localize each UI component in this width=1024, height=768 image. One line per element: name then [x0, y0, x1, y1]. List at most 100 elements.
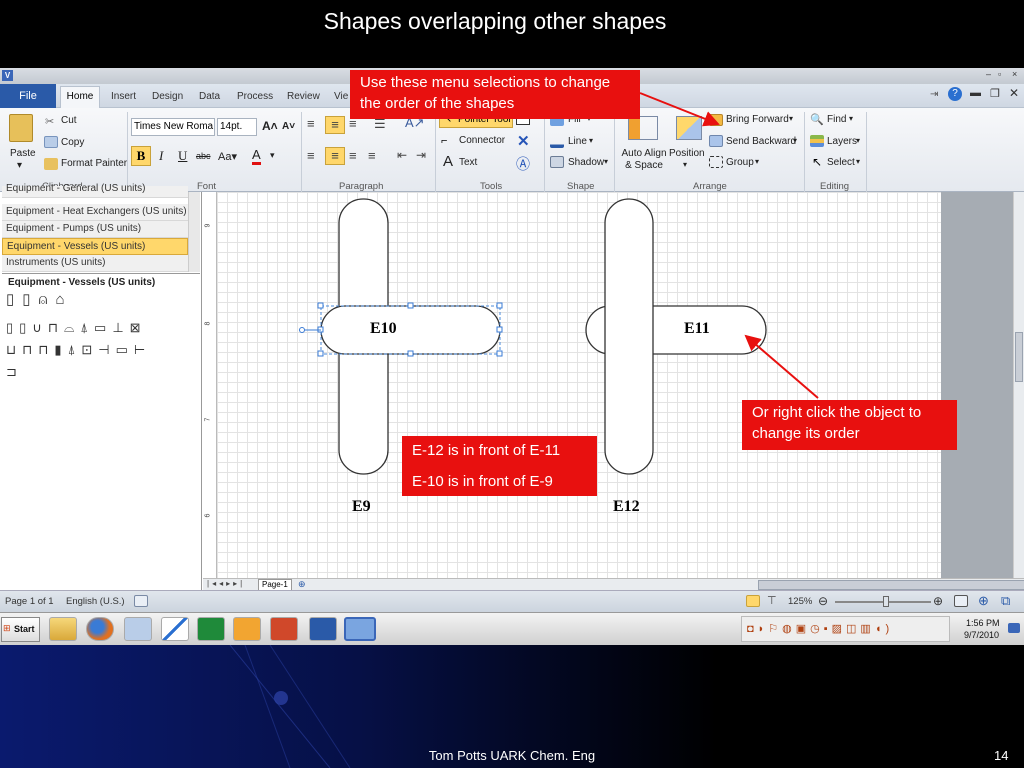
minimize-button[interactable]: – [986, 69, 991, 79]
outlook-icon[interactable] [233, 617, 261, 641]
zoom-out-icon[interactable]: ⊖ [818, 594, 828, 608]
vessel-shapes-row-3[interactable]: ⊔⊓⊓▮⍋⊡⊣▭⊢ [6, 342, 202, 362]
align-middle-icon[interactable]: ≡ [325, 116, 345, 134]
send-backward-button[interactable]: Send Backward [726, 136, 796, 147]
visio-taskbar-icon[interactable] [344, 617, 376, 641]
page-nav-arrows[interactable]: |◂◂▸▸| [207, 579, 245, 588]
find-button[interactable]: Find [827, 114, 846, 125]
show-desktop-icon[interactable] [1008, 623, 1020, 633]
insert-page-icon[interactable]: ⊕ [298, 579, 306, 590]
doc-restore-button[interactable]: ❐ [990, 87, 1000, 100]
align-top-icon[interactable]: ≡ [307, 116, 315, 131]
font-color-icon[interactable]: A [252, 148, 261, 165]
tab-view[interactable]: Vie [334, 88, 348, 108]
tab-insert[interactable]: Insert [111, 88, 136, 108]
language-indicator[interactable]: English (U.S.) [66, 596, 125, 607]
restore-button[interactable]: ▫ [998, 69, 1001, 79]
line-button[interactable]: Line [568, 136, 587, 147]
vessel-e10[interactable] [320, 305, 501, 355]
tab-design[interactable]: Design [152, 88, 183, 108]
decrease-indent-icon[interactable]: ⇤ [397, 148, 407, 162]
stencil-item-heat-exchangers[interactable]: Equipment - Heat Exchangers (US units) [2, 204, 188, 221]
change-case-icon[interactable]: Aa▾ [218, 150, 237, 163]
horizontal-scroll-thumb[interactable] [758, 580, 1024, 590]
bold-button[interactable]: B [131, 146, 151, 166]
text-tool-button[interactable]: Text [459, 157, 477, 168]
stencil-item-pumps[interactable]: Equipment - Pumps (US units) [2, 221, 188, 238]
position-button[interactable]: Position [669, 148, 705, 159]
stencil-item-instruments[interactable]: Instruments (US units) [2, 255, 188, 272]
connection-point[interactable] [299, 327, 305, 333]
bring-forward-button[interactable]: Bring Forward [726, 114, 789, 125]
switch-windows-icon[interactable]: ⧉ [1001, 593, 1010, 609]
connector-button[interactable]: Connector [459, 135, 505, 146]
paint-icon[interactable] [161, 617, 189, 641]
close-button[interactable]: × [1012, 69, 1017, 79]
tab-file[interactable]: File [0, 84, 56, 108]
pin-icon[interactable]: ⇥ [930, 89, 938, 100]
font-size-select[interactable]: 14pt. [217, 118, 257, 136]
shrink-font-icon[interactable]: A˅ [282, 121, 295, 132]
group-dropdown-icon[interactable]: ▾ [755, 157, 759, 166]
send-backward-dropdown-icon[interactable]: ▾ [793, 136, 797, 145]
italic-button[interactable]: I [159, 148, 163, 164]
clock-date[interactable]: 9/7/2010 [964, 630, 999, 640]
tab-data[interactable]: Data [199, 88, 220, 108]
format-painter-button[interactable]: Format Painter [61, 158, 127, 169]
line-dropdown-icon[interactable]: ▾ [589, 136, 593, 145]
layers-button[interactable]: Layers [827, 136, 857, 147]
doc-close-button[interactable]: ✕ [1009, 86, 1019, 100]
shadow-button[interactable]: Shadow [568, 157, 604, 168]
zoom-level[interactable]: 125% [788, 596, 812, 607]
vessel-shapes-row-1[interactable]: ▯▯⍝⌂ [6, 290, 196, 310]
powerpoint-icon[interactable] [270, 617, 298, 641]
zoom-in-icon[interactable]: ⊕ [933, 594, 943, 608]
paste-dropdown-icon[interactable]: ▾ [17, 160, 22, 171]
cut-button[interactable]: Cut [61, 115, 77, 126]
layers-dropdown-icon[interactable]: ▾ [856, 136, 860, 145]
vessel-shapes-row-2[interactable]: ▯▯∪⊓⌓⍋▭⊥⊠ [6, 320, 202, 340]
zoom-slider-thumb[interactable] [883, 596, 889, 607]
clock-time[interactable]: 1:56 PM [966, 618, 1000, 628]
stencil-item-vessels[interactable]: Equipment - Vessels (US units) [2, 238, 188, 255]
justify-icon[interactable]: ≡ [368, 148, 376, 163]
find-dropdown-icon[interactable]: ▾ [849, 114, 853, 123]
stencil-list-scrollbar[interactable] [188, 192, 200, 272]
calculator-icon[interactable] [124, 617, 152, 641]
explorer-icon[interactable] [49, 617, 77, 641]
tab-review[interactable]: Review [287, 88, 320, 108]
vertical-scroll-thumb[interactable] [1015, 332, 1023, 382]
group-button[interactable]: Group [726, 157, 754, 168]
select-button[interactable]: Select [827, 157, 855, 168]
align-right-icon[interactable]: ≡ [349, 148, 357, 163]
grow-font-icon[interactable]: A˄ [262, 119, 278, 133]
vessel-e12[interactable] [604, 198, 654, 475]
font-color-dropdown-icon[interactable]: ▾ [270, 150, 275, 161]
visio-app-icon[interactable]: V [2, 70, 13, 81]
vertical-scrollbar[interactable] [1013, 192, 1024, 578]
tab-process[interactable]: Process [237, 88, 273, 108]
word-icon[interactable] [309, 617, 337, 641]
paste-button[interactable]: Paste [10, 148, 36, 159]
align-left-icon[interactable]: ≡ [307, 148, 315, 163]
connection-point-icon[interactable]: ✕ [517, 132, 530, 150]
auto-align-button[interactable]: Auto Align & Space [619, 148, 669, 172]
pan-zoom-icon[interactable]: ⊕ [978, 593, 989, 609]
copy-button[interactable]: Copy [61, 137, 84, 148]
fit-window-icon[interactable] [954, 595, 968, 607]
position-dropdown-icon[interactable]: ▾ [683, 160, 687, 169]
font-family-select[interactable]: Times New Roma [131, 118, 215, 136]
excel-icon[interactable] [197, 617, 225, 641]
firefox-icon[interactable] [86, 617, 114, 641]
doc-minimize-button[interactable]: ▬ [970, 87, 981, 99]
page-count[interactable]: Page 1 of 1 [5, 596, 54, 607]
drawing-canvas[interactable]: E10 E11 E9 E12 [217, 192, 941, 578]
stencil-item-general[interactable]: Equipment - General (US units) [2, 184, 188, 198]
shadow-dropdown-icon[interactable]: ▾ [604, 157, 608, 166]
select-dropdown-icon[interactable]: ▾ [856, 157, 860, 166]
paste-icon[interactable] [9, 114, 33, 142]
fit-page-icon[interactable] [746, 595, 760, 607]
rotate-text-icon[interactable]: Ⓐ [516, 154, 530, 174]
macro-icon[interactable] [134, 595, 148, 607]
vessel-shapes-row-4[interactable]: ⊐ [6, 364, 17, 380]
